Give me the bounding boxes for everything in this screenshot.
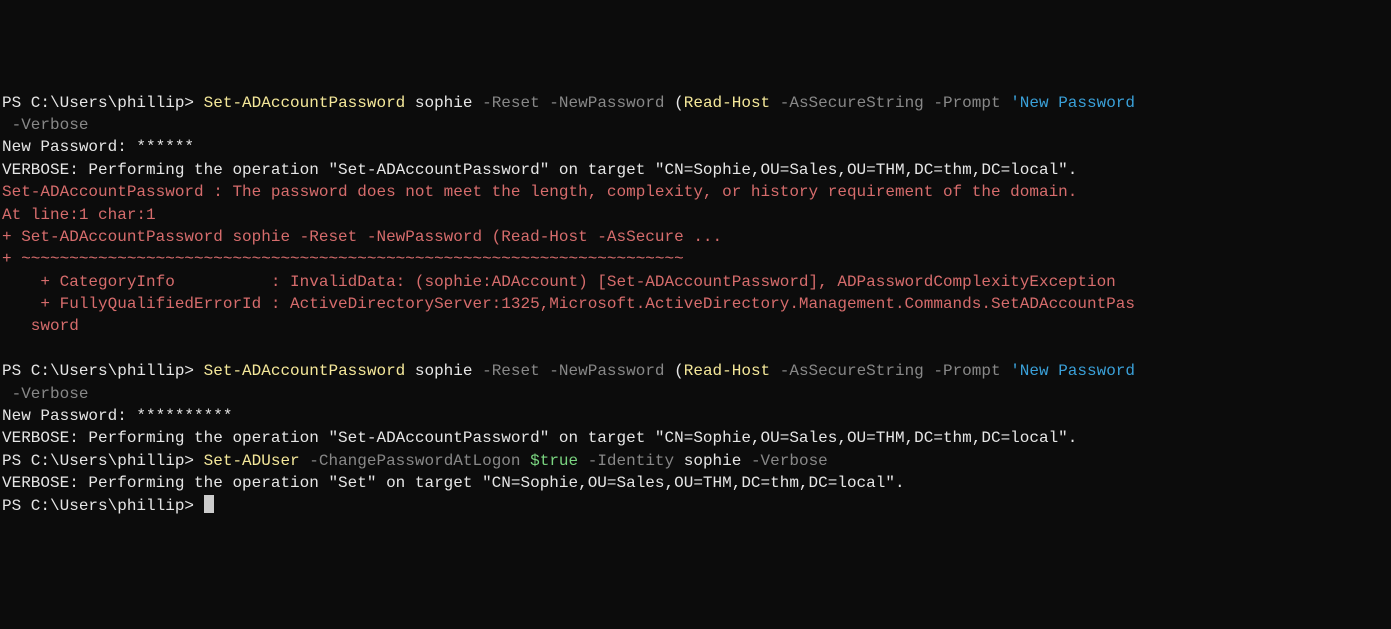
text-segment: PS C:\Users\phillip> <box>2 362 204 380</box>
text-segment: ( <box>674 362 684 380</box>
terminal-line: PS C:\Users\phillip> Set-ADUser -ChangeP… <box>2 450 1391 472</box>
terminal-line: PS C:\Users\phillip> Set-ADAccountPasswo… <box>2 360 1391 382</box>
text-segment: PS C:\Users\phillip> <box>2 452 204 470</box>
terminal-line: New Password: ****** <box>2 136 1391 158</box>
text-segment: 'New Password <box>1010 362 1135 380</box>
text-segment: Set-ADAccountPassword : The password doe… <box>2 183 1077 201</box>
text-segment: Read-Host <box>684 362 780 380</box>
cursor <box>204 495 214 513</box>
text-segment: -Identity <box>588 452 684 470</box>
text-segment: -AsSecureString -Prompt <box>780 94 1010 112</box>
terminal-line: + CategoryInfo : InvalidData: (sophie:AD… <box>2 271 1391 293</box>
text-segment: -Reset -NewPassword <box>482 362 674 380</box>
text-segment: -Reset -NewPassword <box>482 94 674 112</box>
text-segment: VERBOSE: Performing the operation "Set" … <box>2 474 905 492</box>
text-segment: -Verbose <box>2 116 88 134</box>
text-segment: sophie <box>415 94 482 112</box>
text-segment: $true <box>530 452 588 470</box>
text-segment: Set-ADUser <box>204 452 310 470</box>
text-segment: + FullyQualifiedErrorId : ActiveDirector… <box>2 295 1135 313</box>
terminal-line: + FullyQualifiedErrorId : ActiveDirector… <box>2 293 1391 315</box>
text-segment: Read-Host <box>684 94 780 112</box>
text-segment: Set-ADAccountPassword <box>204 362 415 380</box>
terminal-line: PS C:\Users\phillip> Set-ADAccountPasswo… <box>2 92 1391 114</box>
text-segment: sophie <box>415 362 482 380</box>
terminal-line: -Verbose <box>2 114 1391 136</box>
text-segment: -ChangePasswordAtLogon <box>309 452 530 470</box>
text-segment: New Password: ********** <box>2 407 232 425</box>
text-segment: VERBOSE: Performing the operation "Set-A… <box>2 429 1077 447</box>
terminal-line: VERBOSE: Performing the operation "Set-A… <box>2 159 1391 181</box>
text-segment: -Verbose <box>751 452 828 470</box>
terminal-line: Set-ADAccountPassword : The password doe… <box>2 181 1391 203</box>
text-segment: sophie <box>684 452 751 470</box>
text-segment: VERBOSE: Performing the operation "Set-A… <box>2 161 1077 179</box>
powershell-terminal[interactable]: PS C:\Users\phillip> Set-ADAccountPasswo… <box>0 90 1391 517</box>
text-segment: New Password: ****** <box>2 138 194 156</box>
terminal-line: PS C:\Users\phillip> <box>2 495 1391 517</box>
text-segment: -AsSecureString -Prompt <box>780 362 1010 380</box>
terminal-line: New Password: ********** <box>2 405 1391 427</box>
terminal-line: + Set-ADAccountPassword sophie -Reset -N… <box>2 226 1391 248</box>
terminal-line: At line:1 char:1 <box>2 204 1391 226</box>
terminal-line: sword <box>2 315 1391 337</box>
terminal-line: + ~~~~~~~~~~~~~~~~~~~~~~~~~~~~~~~~~~~~~~… <box>2 248 1391 270</box>
terminal-line: VERBOSE: Performing the operation "Set" … <box>2 472 1391 494</box>
terminal-line: VERBOSE: Performing the operation "Set-A… <box>2 427 1391 449</box>
text-segment: sword <box>2 317 79 335</box>
text-segment: + ~~~~~~~~~~~~~~~~~~~~~~~~~~~~~~~~~~~~~~… <box>2 250 684 268</box>
text-segment: PS C:\Users\phillip> <box>2 94 204 112</box>
text-segment: PS C:\Users\phillip> <box>2 497 204 515</box>
text-segment: + Set-ADAccountPassword sophie -Reset -N… <box>2 228 722 246</box>
terminal-line: -Verbose <box>2 383 1391 405</box>
text-segment: -Verbose <box>2 385 88 403</box>
text-segment: At line:1 char:1 <box>2 206 156 224</box>
terminal-line <box>2 338 1391 360</box>
text-segment: 'New Password <box>1010 94 1135 112</box>
text-segment: Set-ADAccountPassword <box>204 94 415 112</box>
text-segment: + CategoryInfo : InvalidData: (sophie:AD… <box>2 273 1116 291</box>
text-segment <box>2 340 12 358</box>
text-segment: ( <box>674 94 684 112</box>
